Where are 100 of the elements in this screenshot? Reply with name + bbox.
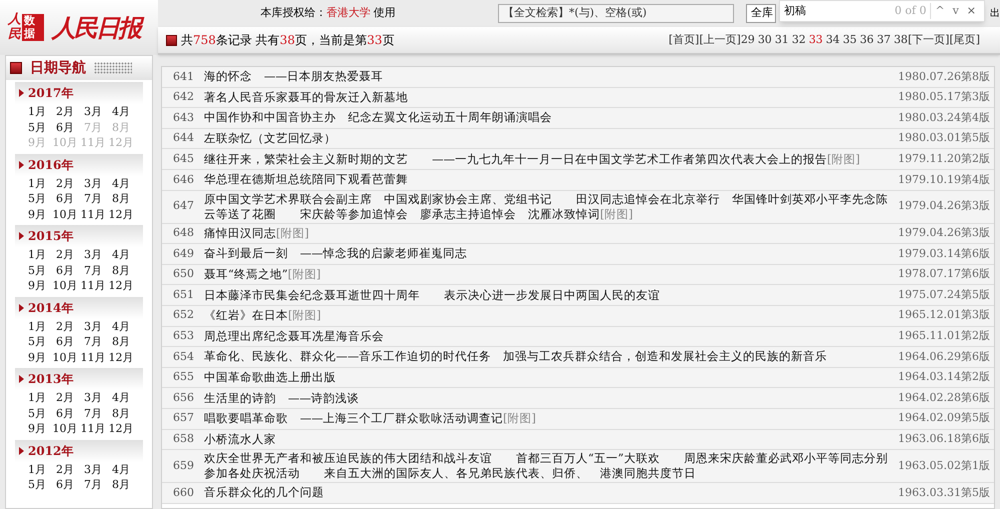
article-title-link[interactable]: 唱歌要唱革命歌 ——上海三个工厂群众歌咏活动调查记[附图] [204, 411, 898, 426]
close-button[interactable]: × [962, 2, 980, 20]
month-link[interactable]: 3月 [79, 390, 107, 406]
article-title-link[interactable]: 原中国文学艺术界联合会副主席 中国戏剧家协会主席、党组书记 田汉同志追悼会在北京举行 华国锋叶剑英邓小平李先念陈云等送了花圈 宋庆龄等参加追悼会 廖承志主持追悼会 沈雁冰致悼词[附图] [204, 192, 898, 222]
month-link[interactable]: 4月 [107, 247, 135, 262]
article-title-link[interactable]: 海的怀念 ——日本朋友热爱聂耳 [204, 69, 898, 84]
next-match-button[interactable]: v [948, 2, 963, 20]
month-link[interactable]: 6月 [51, 191, 79, 206]
month-link[interactable]: 5月 [23, 262, 51, 278]
month-link[interactable]: 11月 [79, 206, 107, 222]
article-title-link[interactable]: 《红岩》在日本[附图] [204, 308, 898, 324]
month-link[interactable]: 1月 [23, 247, 51, 262]
month-link[interactable]: 5月 [23, 406, 51, 421]
month-link[interactable]: 1月 [23, 318, 51, 334]
article-title-link[interactable]: 著名人民音乐家聂耳的骨灰迁入新墓地 [204, 90, 898, 105]
page-link[interactable]: 35 [842, 32, 857, 48]
month-link[interactable]: 8月 [107, 334, 135, 350]
article-title-link[interactable]: 音乐群众化的几个问题 [204, 485, 898, 500]
month-link[interactable]: 3月 [79, 462, 107, 477]
month-link[interactable]: 7月 [79, 191, 107, 206]
month-link[interactable]: 3月 [79, 176, 107, 191]
page-link[interactable]: 38 [894, 32, 908, 48]
month-link[interactable]: 12月 [107, 278, 135, 294]
page-link[interactable]: 33 [808, 32, 823, 48]
month-link[interactable]: 4月 [107, 318, 135, 334]
month-link[interactable]: 11月 [79, 421, 107, 436]
article-title-link[interactable]: 聂耳“终焉之地”[附图] [204, 267, 898, 282]
month-link[interactable]: 4月 [107, 390, 135, 406]
month-link[interactable]: 6月 [51, 477, 79, 492]
month-link[interactable]: 1月 [23, 176, 51, 191]
page-link[interactable]: 30 [758, 32, 772, 48]
article-title-link[interactable]: 痛悼田汉同志[附图] [204, 226, 898, 241]
month-link[interactable]: 5月 [23, 477, 51, 492]
page-link[interactable]: 34 [826, 32, 840, 48]
search-field[interactable]: 【全文检索】*(与)、空格(或) [498, 4, 734, 23]
month-link[interactable]: 5月 [23, 334, 51, 350]
month-link[interactable]: 4月 [107, 462, 135, 477]
page-link[interactable]: 37 [876, 32, 891, 48]
month-link[interactable]: 2月 [51, 104, 79, 120]
month-link[interactable]: 7月 [79, 334, 107, 350]
month-link[interactable]: 1月 [23, 462, 51, 477]
page-link[interactable]: 36 [860, 32, 874, 48]
month-link[interactable]: 11月 [79, 278, 107, 294]
page-link[interactable]: 32 [792, 32, 806, 48]
article-title-link[interactable]: 小桥流水人家 [204, 432, 898, 447]
month-link[interactable]: 2月 [51, 462, 79, 477]
month-link[interactable]: 2月 [51, 318, 79, 334]
month-link[interactable]: 12月 [107, 206, 135, 222]
month-link[interactable]: 7月 [79, 262, 107, 278]
article-title-link[interactable]: 继往开来，繁荣社会主义新时期的文艺 ——一九七九年十一月一日在中国文学艺术工作者第四次代表大会上的报告[附图] [204, 152, 898, 167]
month-link[interactable]: 8月 [107, 262, 135, 278]
month-link[interactable]: 6月 [51, 262, 79, 278]
article-title-link[interactable]: 华总理在德斯坦总统陪同下观看芭蕾舞 [204, 172, 898, 188]
month-link[interactable]: 3月 [79, 318, 107, 334]
month-link[interactable]: 7月 [79, 406, 107, 421]
month-link[interactable]: 3月 [79, 247, 107, 262]
article-title-link[interactable]: 左联杂忆（文艺回忆录） [204, 131, 898, 146]
article-title-link[interactable]: 周总理出席纪念聂耳冼星海音乐会 [204, 328, 898, 344]
month-link[interactable]: 7月 [79, 477, 107, 492]
article-title-link[interactable]: 革命化、民族化、群众化——音乐工作迫切的时代任务 加强与工农兵群众结合，创造和发展社会主义的民族的新音乐 [204, 349, 898, 364]
previous-match-button[interactable]: ^ [930, 2, 949, 20]
month-link[interactable]: 1月 [23, 104, 51, 120]
page-link[interactable]: 31 [774, 32, 789, 48]
page-link[interactable]: 29 [740, 32, 755, 48]
search-button[interactable]: 全库 [746, 4, 776, 23]
month-link[interactable]: 10月 [51, 206, 79, 222]
month-link[interactable]: 8月 [107, 406, 135, 421]
next-page-link[interactable]: [下一页] [908, 32, 950, 48]
month-link[interactable]: 9月 [23, 206, 51, 222]
month-link[interactable]: 11月 [79, 350, 107, 365]
month-link[interactable]: 10月 [51, 350, 79, 365]
month-link[interactable]: 8月 [107, 477, 135, 492]
month-link[interactable]: 10月 [51, 421, 79, 436]
month-link[interactable]: 2月 [51, 247, 79, 262]
logout-link[interactable]: 出 [990, 6, 1000, 21]
month-link[interactable]: 2月 [51, 390, 79, 406]
article-title-link[interactable]: 奋斗到最后一刻 ——悼念我的启蒙老师崔嵬同志 [204, 246, 898, 262]
month-link[interactable]: 4月 [107, 104, 135, 120]
first-page-link[interactable]: [首页] [668, 32, 700, 48]
month-link[interactable]: 9月 [23, 421, 51, 436]
month-link[interactable]: 1月 [23, 390, 51, 406]
article-title-link[interactable]: 中国革命歌曲选上册出版 [204, 370, 898, 386]
article-title-link[interactable]: 中国作协和中国音协主办 纪念左翼文化运动五十周年朗诵演唱会 [204, 110, 898, 126]
month-link[interactable]: 5月 [23, 191, 51, 206]
last-page-link[interactable]: [尾页] [949, 32, 980, 48]
article-title-link[interactable]: 欢庆全世界无产者和被压迫民族的伟大团结和战斗友谊 首都三百万人“五一”大联欢 周恩来宋庆龄董必武邓小平等同志分别参加各处庆祝活动 来自五大洲的国际友人、各兄弟民族代表、归侨、 港澳同胞共度节日 [204, 451, 898, 482]
month-link[interactable]: 3月 [79, 104, 107, 120]
article-title-link[interactable]: 生活里的诗韵 ——诗韵浅谈 [204, 390, 898, 406]
month-link[interactable]: 2月 [51, 176, 79, 191]
article-title-link[interactable]: 日本藤泽市民集会纪念聂耳逝世四十周年 表示决心进一步发展日中两国人民的友谊 [204, 288, 898, 303]
month-link[interactable]: 8月 [107, 191, 135, 206]
month-link[interactable]: 9月 [23, 278, 51, 294]
month-link[interactable]: 4月 [107, 176, 135, 191]
previous-page-link[interactable]: [上一页] [699, 32, 741, 48]
month-link[interactable]: 5月 [23, 120, 51, 135]
month-link[interactable]: 12月 [107, 421, 135, 436]
month-link[interactable]: 6月 [51, 334, 79, 350]
month-link[interactable]: 9月 [23, 350, 51, 365]
month-link[interactable]: 10月 [51, 278, 79, 294]
month-link[interactable]: 12月 [107, 350, 135, 365]
